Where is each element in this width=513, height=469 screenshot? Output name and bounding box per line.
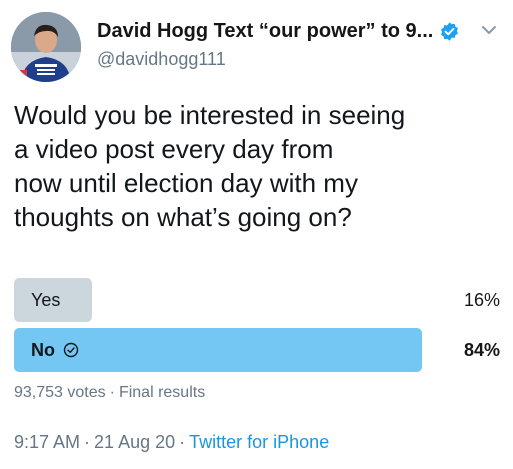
tweet-text: Would you be interested in seeing a vide… <box>14 98 504 234</box>
chevron-down-icon[interactable] <box>481 24 497 36</box>
name-row: David Hogg Text “our power” to 9... <box>97 20 460 43</box>
separator-dot: · <box>109 384 115 401</box>
verified-badge-icon <box>441 22 459 41</box>
poll-option-text: Yes <box>31 290 61 310</box>
separator-dot: · <box>179 432 186 452</box>
tweet-text-line: now until election day with my <box>14 168 358 198</box>
tweet-time[interactable]: 9:17 AM <box>14 432 80 452</box>
poll-meta: 93,753 votes · Final results <box>14 384 205 402</box>
poll-option-text: No <box>31 340 55 360</box>
author-handle[interactable]: @davidhogg111 <box>97 49 226 70</box>
tweet-text-line: thoughts on what’s going on? <box>14 202 352 232</box>
poll-option-label: No <box>31 328 79 372</box>
tweet-text-line: Would you be interested in seeing <box>14 100 406 130</box>
author-display-name[interactable]: David Hogg Text “our power” to 9... <box>97 20 433 43</box>
separator-dot: · <box>84 432 91 452</box>
tweet-source-link[interactable]: Twitter for iPhone <box>189 432 329 452</box>
poll-option-no: No 84% <box>14 328 500 372</box>
avatar[interactable] <box>11 12 81 82</box>
poll-option-yes: Yes 16% <box>14 278 500 322</box>
poll-option-percent: 84% <box>463 340 500 360</box>
poll-status: Final results <box>118 384 206 401</box>
tweet-timestamp-row: 9:17 AM · 21 Aug 20 · Twitter for iPhone <box>14 432 329 453</box>
tweet-header: David Hogg Text “our power” to 9... @dav… <box>11 12 503 82</box>
poll-vote-count: 93,753 votes <box>14 384 106 401</box>
check-circle-icon <box>63 342 79 358</box>
tweet-date[interactable]: 21 Aug 20 <box>94 432 175 452</box>
poll-option-percent: 16% <box>463 290 500 310</box>
avatar-icon <box>11 12 81 82</box>
tweet-text-line: a video post every day from <box>14 134 334 164</box>
poll-option-label: Yes <box>31 278 60 322</box>
